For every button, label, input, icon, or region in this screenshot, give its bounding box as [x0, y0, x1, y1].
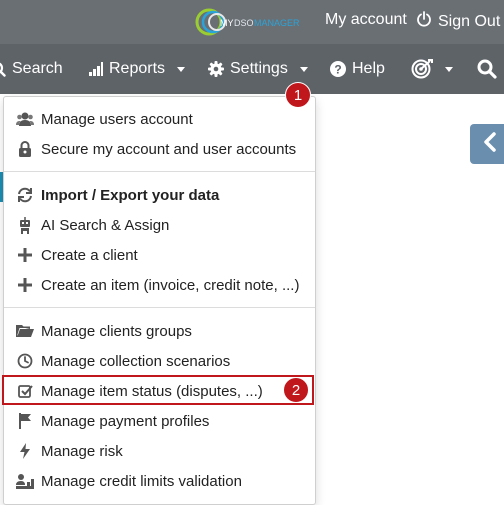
menu-item-label: Manage credit limits validation	[41, 472, 242, 490]
nav-help-label: Help	[352, 60, 385, 77]
menu-divider	[4, 307, 315, 308]
nav-settings-label: Settings	[230, 60, 288, 77]
mydsomanager-logo[interactable]: MY DSO MANAGER	[194, 6, 318, 38]
global-search-button[interactable]	[477, 44, 497, 94]
menu-item-label: Manage risk	[41, 442, 123, 460]
menu-item-label: Secure my account and user accounts	[41, 140, 297, 158]
my-account-link[interactable]: My account	[325, 11, 407, 29]
clock-icon	[16, 352, 34, 370]
svg-text:MANAGER: MANAGER	[254, 18, 300, 28]
menu-item-create-client[interactable]: Create a client	[4, 240, 315, 270]
search-icon	[477, 59, 497, 79]
menu-item-label: Create a client	[41, 246, 138, 264]
folder-icon	[16, 322, 34, 340]
menu-item-secure-accounts[interactable]: Secure my account and user accounts	[4, 134, 315, 164]
users-icon	[16, 110, 34, 128]
gear-icon	[208, 61, 224, 77]
chevron-down-icon	[299, 66, 308, 72]
menu-item-manage-clients-groups[interactable]: Manage clients groups	[4, 316, 315, 346]
menu-item-manage-users-account[interactable]: Manage users account	[4, 104, 315, 134]
chevron-left-icon	[483, 131, 497, 157]
menu-item-import-export[interactable]: Import / Export your data	[4, 180, 315, 210]
bolt-icon	[16, 442, 34, 460]
menu-item-create-item[interactable]: Create an item (invoice, credit note, ..…	[4, 270, 315, 300]
menu-divider	[4, 171, 315, 172]
menu-item-manage-risk[interactable]: Manage risk	[4, 436, 315, 466]
menu-item-payment-profiles[interactable]: Manage payment profiles	[4, 406, 315, 436]
chevron-down-icon	[445, 66, 453, 72]
menu-item-label: AI Search & Assign	[41, 216, 170, 234]
lock-icon	[16, 140, 34, 158]
svg-text:MY: MY	[220, 18, 234, 28]
sign-out-label: Sign Out	[438, 12, 501, 30]
nav-reports[interactable]: Reports	[89, 44, 186, 94]
nav-reports-label: Reports	[109, 60, 166, 77]
annotation-highlight-box	[2, 375, 314, 405]
nav-search-label: Search	[12, 60, 63, 77]
svg-text:DSO: DSO	[234, 18, 254, 28]
robot-icon	[16, 216, 34, 234]
menu-item-ai-search-assign[interactable]: AI Search & Assign	[4, 210, 315, 240]
search-icon	[0, 61, 6, 77]
nav-search[interactable]: Search	[0, 44, 63, 94]
menu-item-label: Create an item (invoice, credit note, ..…	[41, 276, 300, 294]
plus-icon	[16, 276, 34, 294]
menu-item-label: Manage payment profiles	[41, 412, 210, 430]
target-icon	[411, 59, 433, 79]
menu-item-label: Manage users account	[41, 110, 193, 128]
nav-goals[interactable]	[411, 44, 453, 94]
menu-item-label: Manage clients groups	[41, 322, 192, 340]
bar-chart-icon	[89, 62, 103, 76]
menu-item-label: Manage collection scenarios	[41, 352, 231, 370]
menu-item-collection-scenarios[interactable]: Manage collection scenarios	[4, 346, 315, 376]
question-circle-icon: ?	[330, 61, 346, 77]
nav-help[interactable]: ? Help	[330, 44, 385, 94]
panel-toggle-button[interactable]	[470, 124, 504, 164]
annotation-badge-2: 2	[283, 377, 309, 403]
settings-dropdown-menu: Manage users account Secure my account a…	[3, 96, 316, 505]
main-navbar: Search Reports Settings ? Help	[0, 44, 504, 94]
user-chart-icon	[16, 472, 34, 490]
plus-icon	[16, 246, 34, 264]
flag-icon	[16, 412, 34, 430]
chevron-down-icon	[177, 66, 186, 72]
power-icon	[416, 11, 432, 32]
top-header: MY DSO MANAGER My account Sign Out	[0, 0, 504, 44]
svg-text:?: ?	[334, 63, 341, 77]
sync-icon	[16, 186, 34, 204]
menu-item-credit-limits-validation[interactable]: Manage credit limits validation	[4, 466, 315, 496]
annotation-badge-1: 1	[285, 82, 311, 108]
sign-out-link[interactable]: Sign Out	[416, 11, 500, 32]
menu-item-label: Import / Export your data	[41, 186, 220, 204]
